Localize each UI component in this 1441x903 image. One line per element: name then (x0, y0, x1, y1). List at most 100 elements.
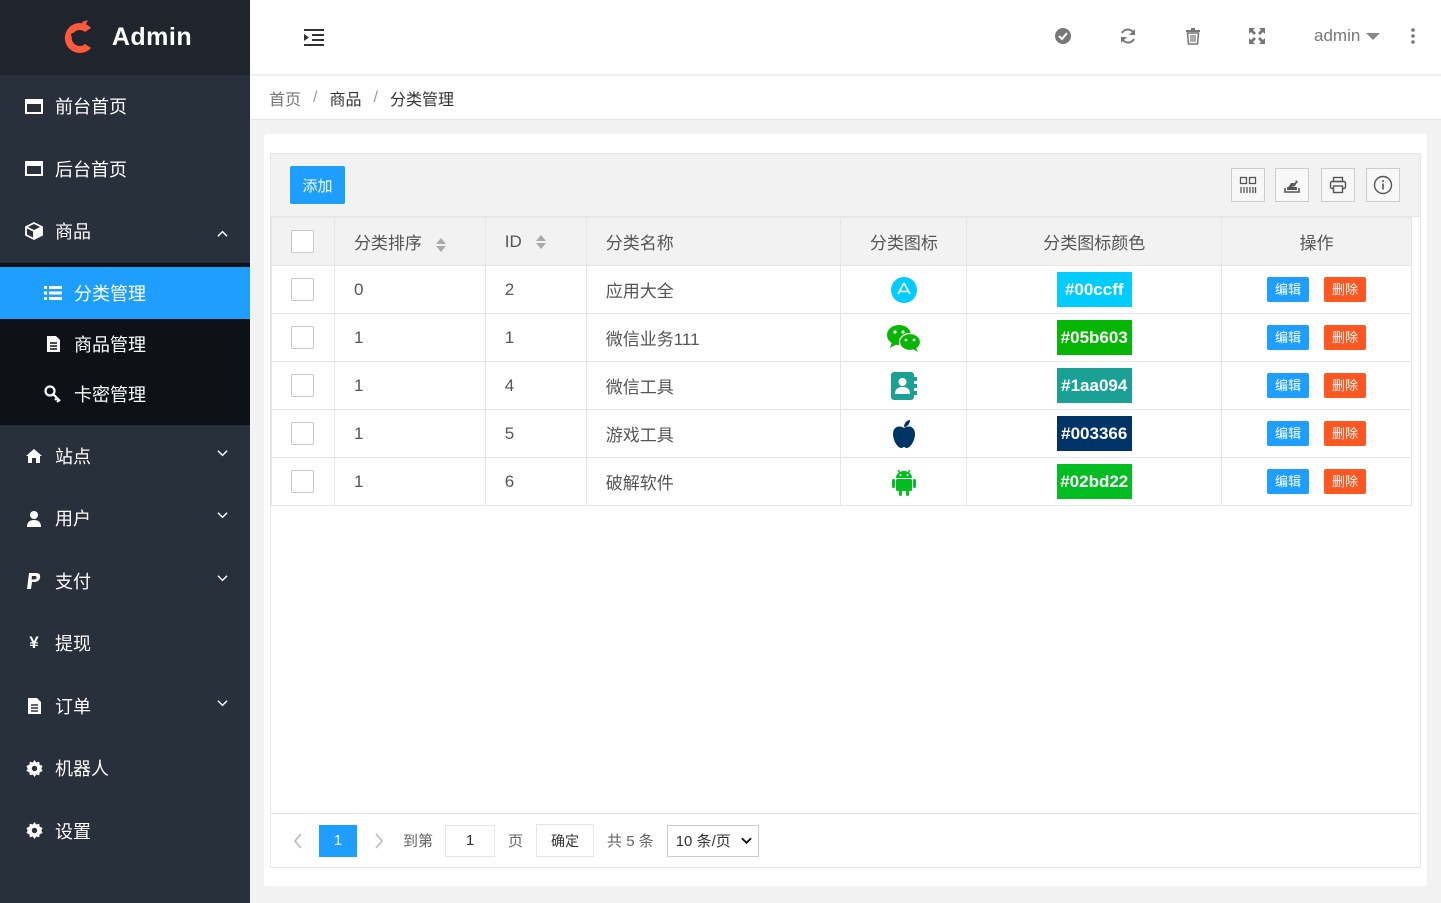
user-dropdown[interactable]: admin (1314, 26, 1381, 46)
edit-button[interactable]: 编辑 (1267, 469, 1310, 494)
cell-color: #1aa094 (966, 361, 1223, 410)
col-label: 分类图标颜色 (1043, 234, 1146, 253)
edit-button[interactable]: 编辑 (1267, 421, 1310, 446)
cell-color: #05b603 (966, 313, 1223, 362)
check-circle-icon[interactable] (1054, 27, 1072, 45)
sidebar-item-frontend-home[interactable]: 前台首页 (0, 75, 250, 138)
sidebar-item-label: 支付 (55, 571, 91, 592)
row-select-cell (271, 409, 335, 458)
select-all-checkbox[interactable] (291, 230, 315, 253)
sidebar-item-backend-home[interactable]: 后台首页 (0, 138, 250, 201)
sidebar-item-payment[interactable]: 支付 (0, 550, 250, 613)
sidebar-item-category-manage[interactable]: 分类管理 (0, 266, 250, 319)
contact-book-icon (890, 371, 917, 400)
export-button[interactable] (1275, 168, 1309, 202)
app-title: Admin (111, 23, 193, 51)
window-icon (24, 159, 44, 179)
sidebar-item-withdraw[interactable]: ¥ 提现 (0, 612, 250, 675)
cell-name: 应用大全 (585, 265, 842, 314)
col-sort-order[interactable]: 分类排序 (333, 217, 486, 266)
logo[interactable]: Admin (0, 0, 250, 75)
cube-icon (24, 221, 44, 241)
chevron-down-icon (740, 837, 752, 844)
more-vertical-icon[interactable] (1410, 28, 1416, 44)
table-row: 1 4 微信工具 #1aa094 编辑 删除 (271, 361, 1412, 410)
refresh-icon[interactable] (1119, 27, 1137, 45)
delete-button[interactable]: 删除 (1324, 277, 1367, 302)
sidebar-item-label: 前台首页 (55, 97, 127, 118)
col-actions: 操作 (1221, 217, 1412, 266)
info-button[interactable] (1366, 168, 1400, 202)
fullscreen-icon[interactable] (1248, 27, 1266, 45)
row-select-cell (271, 313, 335, 362)
breadcrumb-section[interactable]: 商品 (329, 86, 361, 110)
edit-button[interactable]: 编辑 (1267, 325, 1310, 350)
table-row: 1 1 微信业务111 #05b603 编辑 删除 (271, 313, 1412, 362)
menu-toggle-icon[interactable] (304, 28, 324, 46)
table-header-row: 分类排序 ID 分类名称 分类图标 分类图标颜色 操作 (271, 217, 1412, 266)
cell-actions: 编辑 删除 (1221, 361, 1412, 410)
goto-page-input[interactable] (445, 824, 496, 857)
page-size-select[interactable]: 10 条/页 (666, 824, 759, 857)
prev-page-button[interactable] (288, 831, 308, 851)
cell-name: 破解软件 (585, 457, 842, 506)
col-label: 分类排序 (353, 234, 422, 253)
cell-actions: 编辑 删除 (1221, 457, 1412, 506)
sidebar-item-label: 后台首页 (55, 159, 127, 180)
page-number-current[interactable]: 1 (319, 824, 357, 857)
col-icon-color: 分类图标颜色 (966, 217, 1223, 266)
row-checkbox[interactable] (291, 326, 315, 349)
row-checkbox[interactable] (291, 278, 315, 301)
row-checkbox[interactable] (291, 374, 315, 397)
cell-name: 微信业务111 (585, 313, 842, 362)
sort-icon[interactable] (535, 234, 547, 250)
sidebar-item-robot[interactable]: 机器人 (0, 737, 250, 800)
color-chip: #02bd22 (1056, 464, 1132, 499)
file-icon (43, 334, 63, 354)
key-icon (43, 384, 63, 404)
sidebar-item-label: 提现 (55, 634, 91, 655)
cell-id: 6 (484, 457, 587, 506)
table-row: 1 5 游戏工具 #003366 编辑 删除 (271, 409, 1412, 458)
sidebar-item-site[interactable]: 站点 (0, 425, 250, 488)
sidebar-item-goods-manage[interactable]: 商品管理 (0, 319, 250, 369)
sort-icon[interactable] (435, 237, 447, 253)
goto-confirm-button[interactable]: 确定 (536, 824, 595, 857)
delete-button[interactable]: 删除 (1324, 421, 1367, 446)
chevron-left-icon (293, 832, 302, 849)
cell-icon (840, 265, 968, 314)
wechat-icon (886, 324, 921, 352)
delete-button[interactable]: 删除 (1324, 325, 1367, 350)
row-checkbox[interactable] (291, 470, 315, 493)
breadcrumb-separator: / (313, 88, 318, 106)
print-button[interactable] (1321, 168, 1355, 202)
row-checkbox[interactable] (291, 422, 315, 445)
sidebar-item-orders[interactable]: 订单 (0, 675, 250, 738)
cell-actions: 编辑 删除 (1221, 313, 1412, 362)
info-icon (1373, 175, 1393, 195)
sidebar-item-settings[interactable]: 设置 (0, 800, 250, 863)
delete-button[interactable]: 删除 (1324, 469, 1367, 494)
edit-button[interactable]: 编辑 (1267, 277, 1310, 302)
add-button[interactable]: 添加 (290, 166, 345, 204)
cell-sort: 0 (333, 265, 486, 314)
breadcrumb-home[interactable]: 首页 (269, 86, 301, 110)
gear-icon (24, 758, 44, 778)
appstore-icon (890, 276, 917, 303)
edit-button[interactable]: 编辑 (1267, 373, 1310, 398)
delete-button[interactable]: 删除 (1324, 373, 1367, 398)
sidebar-item-label: 机器人 (55, 759, 109, 780)
page-unit-label: 页 (508, 833, 524, 850)
col-id[interactable]: ID (484, 217, 587, 266)
next-page-button[interactable] (369, 831, 389, 851)
trash-icon[interactable] (1184, 27, 1202, 45)
columns-toggle-button[interactable] (1231, 168, 1265, 202)
goto-label: 到第 (403, 833, 434, 850)
sidebar-item-label: 分类管理 (74, 283, 146, 304)
sidebar-item-user[interactable]: 用户 (0, 487, 250, 550)
cell-icon (840, 361, 968, 410)
sidebar-item-card-manage[interactable]: 卡密管理 (0, 369, 250, 419)
col-label: 分类名称 (605, 234, 674, 253)
sidebar-item-goods[interactable]: 商品 (0, 200, 250, 263)
cell-actions: 编辑 删除 (1221, 409, 1412, 458)
